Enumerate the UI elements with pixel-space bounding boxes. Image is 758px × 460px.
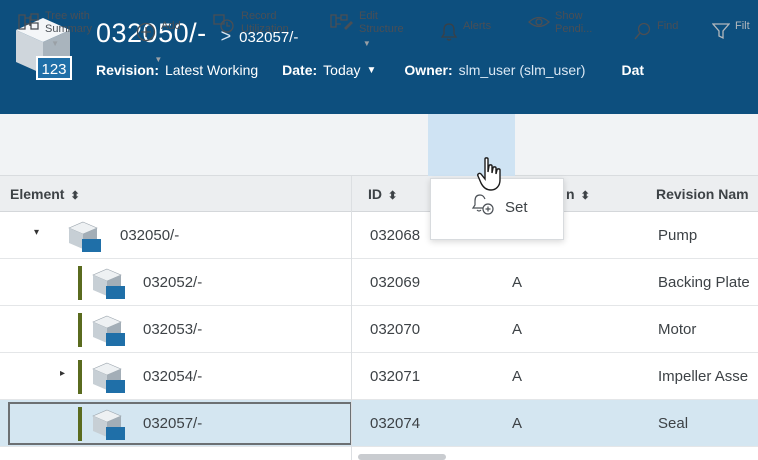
date-dropdown-icon[interactable]: ▼	[367, 65, 377, 76]
add-dropdown-icon[interactable]: ▼	[154, 53, 162, 66]
element-revision: A	[512, 321, 523, 338]
table-row[interactable]: 032053/- 032070 A Motor	[0, 306, 758, 353]
part-cube-icon	[92, 315, 125, 346]
element-revision-name: Motor	[658, 321, 697, 338]
element-revision: A	[512, 415, 523, 432]
element-revision-name: Seal	[658, 415, 689, 432]
toolbar	[0, 114, 758, 176]
table-row[interactable]: ▾ 032050/- 032068 Pump	[0, 212, 758, 259]
column-divider[interactable]	[351, 176, 352, 460]
part-cube-icon	[68, 221, 101, 252]
tree-dropdown-icon[interactable]: ▼	[51, 37, 59, 50]
add-circle-icon	[136, 22, 156, 42]
table-row[interactable]: ▸ 032054/- 032071 A Impeller Asse	[0, 353, 758, 400]
search-icon	[634, 22, 651, 40]
record-utilization-button[interactable]: Record Utilization	[212, 10, 289, 36]
revision-label: Revision:	[96, 62, 160, 78]
date-label: Date:	[282, 62, 318, 78]
hand-cursor-icon	[477, 157, 501, 191]
element-name[interactable]: 032053/-	[143, 321, 202, 338]
tree-icon	[18, 13, 39, 30]
element-id: 032069	[370, 274, 421, 291]
eye-icon	[528, 16, 550, 28]
element-name[interactable]: 032052/-	[143, 274, 202, 291]
svg-text:123: 123	[41, 61, 66, 78]
structure-level-bar	[78, 313, 82, 347]
element-name[interactable]: 032050/-	[120, 227, 179, 244]
bell-icon	[440, 23, 458, 41]
edit-dropdown-icon[interactable]: ▼	[363, 37, 371, 50]
add-button[interactable]: Add ▼	[136, 20, 181, 64]
column-header-revision[interactable]: n ⬍	[566, 186, 590, 202]
element-name[interactable]: 032057/-	[143, 415, 202, 432]
owner-label: Owner:	[404, 62, 453, 78]
element-revision: A	[512, 274, 523, 291]
show-pending-button[interactable]: Show Pendi...	[528, 10, 592, 36]
revision-value[interactable]: Latest Working	[165, 62, 258, 78]
bell-plus-icon	[471, 194, 494, 215]
edit-structure-button[interactable]: Edit Structure ▼	[330, 10, 404, 48]
collapse-icon[interactable]: ▾	[34, 227, 39, 238]
edit-structure-icon	[330, 14, 353, 30]
element-id: 032070	[370, 321, 421, 338]
part-cube-icon	[92, 409, 125, 440]
record-utilization-icon	[213, 14, 234, 33]
date-value[interactable]: Today	[323, 62, 360, 78]
structure-level-bar	[78, 266, 82, 300]
expand-icon[interactable]: ▸	[60, 368, 65, 379]
menu-item-set[interactable]: Set	[505, 199, 528, 216]
element-name[interactable]: 032054/-	[143, 368, 202, 385]
element-id: 032068	[370, 227, 421, 244]
column-header-element[interactable]: Element ⬍	[10, 186, 80, 202]
element-revision-name: Impeller Asse	[658, 368, 749, 385]
table-header: Element ⬍ ID ⬍ n ⬍ Revision Nam	[0, 176, 758, 212]
part-cube-icon	[92, 362, 125, 393]
truncated-date-label: Dat	[621, 62, 645, 78]
tree-with-summary-button[interactable]: Tree with Summary ▼	[18, 10, 92, 48]
structure-level-bar	[78, 407, 82, 441]
structure-level-bar	[78, 360, 82, 394]
element-id: 032071	[370, 368, 421, 385]
find-button[interactable]: Find	[634, 20, 678, 40]
table-row-selected[interactable]: 032057/- 032074 A Seal	[0, 400, 758, 447]
table-row[interactable]: 032052/- 032069 A Backing Plate	[0, 259, 758, 306]
alerts-button[interactable]: Alerts	[440, 20, 491, 42]
filter-icon	[712, 23, 730, 40]
element-id: 032074	[370, 415, 421, 432]
horizontal-scrollbar[interactable]	[358, 454, 446, 460]
filter-button[interactable]: Filt	[712, 20, 750, 40]
owner-value[interactable]: slm_user (slm_user)	[459, 62, 586, 78]
part-cube-icon	[92, 268, 125, 299]
column-header-revision-name[interactable]: Revision Nam	[656, 186, 749, 202]
element-revision-name: Backing Plate	[658, 274, 750, 291]
column-header-id[interactable]: ID ⬍	[368, 186, 397, 202]
element-revision-name: Pump	[658, 227, 698, 244]
element-revision: A	[512, 368, 523, 385]
